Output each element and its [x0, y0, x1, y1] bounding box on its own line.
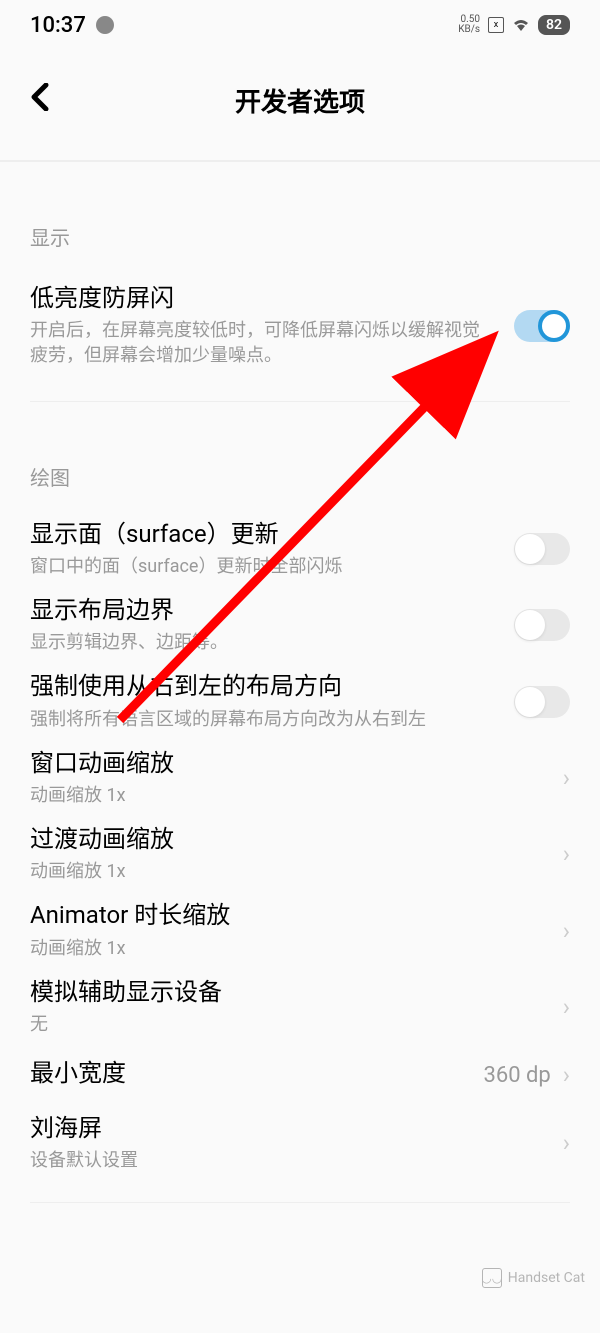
- setting-title: 显示面（surface）更新: [30, 519, 494, 550]
- setting-surface-update[interactable]: 显示面（surface）更新 窗口中的面（surface）更新时全部闪烁: [0, 511, 600, 587]
- setting-title: Animator 时长缩放: [30, 900, 543, 931]
- setting-title: 低亮度防屏闪: [30, 283, 494, 314]
- setting-title: 窗口动画缩放: [30, 748, 543, 779]
- setting-rtl-layout[interactable]: 强制使用从右到左的布局方向 强制将所有语言区域的屏幕布局方向改为从右到左: [0, 663, 600, 739]
- chevron-right-icon: ›: [563, 993, 570, 1021]
- compass-icon: [96, 16, 114, 34]
- chevron-right-icon: ›: [563, 840, 570, 868]
- setting-min-width[interactable]: 最小宽度 360 dp ›: [0, 1045, 600, 1105]
- setting-notch[interactable]: 刘海屏 设备默认设置 ›: [0, 1105, 600, 1181]
- divider: [30, 401, 570, 402]
- setting-layout-bounds[interactable]: 显示布局边界 显示剪辑边界、边距等。: [0, 587, 600, 663]
- battery-icon: 82: [538, 15, 570, 35]
- watermark: ◡◡ Handset Cat: [482, 1268, 585, 1288]
- page-header: 开发者选项: [0, 60, 600, 140]
- watermark-icon: ◡◡: [482, 1268, 502, 1288]
- chevron-right-icon: ›: [563, 1129, 570, 1157]
- back-button[interactable]: [30, 81, 50, 119]
- setting-subtitle: 设备默认设置: [30, 1148, 543, 1173]
- status-left: 10:37: [30, 13, 114, 38]
- wifi-icon: [512, 15, 530, 36]
- setting-subtitle: 窗口中的面（surface）更新时全部闪烁: [30, 554, 494, 579]
- section-header-display: 显示: [0, 182, 600, 271]
- setting-window-animation[interactable]: 窗口动画缩放 动画缩放 1x ›: [0, 740, 600, 816]
- network-speed: 0.50 KB/s: [458, 15, 480, 35]
- setting-title: 显示布局边界: [30, 595, 494, 626]
- setting-animator-duration[interactable]: Animator 时长缩放 动画缩放 1x ›: [0, 892, 600, 968]
- section-header-drawing: 绘图: [0, 422, 600, 511]
- setting-title: 强制使用从右到左的布局方向: [30, 671, 494, 702]
- toggle-low-brightness[interactable]: [514, 310, 570, 342]
- watermark-text: Handset Cat: [508, 1270, 585, 1286]
- sim-icon: x: [488, 17, 504, 33]
- setting-subtitle: 动画缩放 1x: [30, 783, 543, 808]
- setting-subtitle: 强制将所有语言区域的屏幕布局方向改为从右到左: [30, 707, 494, 732]
- divider: [30, 1202, 570, 1203]
- setting-subtitle: 动画缩放 1x: [30, 936, 543, 961]
- page-title: 开发者选项: [235, 82, 365, 119]
- setting-title: 模拟辅助显示设备: [30, 977, 543, 1008]
- setting-subtitle: 开启后，在屏幕亮度较低时，可降低屏幕闪烁以缓解视觉疲劳，但屏幕会增加少量噪点。: [30, 318, 494, 368]
- toggle-layout-bounds[interactable]: [514, 609, 570, 641]
- setting-value: 360 dp: [483, 1063, 550, 1088]
- status-time: 10:37: [30, 13, 86, 38]
- chevron-right-icon: ›: [563, 1061, 570, 1089]
- setting-subtitle: 无: [30, 1012, 543, 1037]
- setting-title: 刘海屏: [30, 1113, 543, 1144]
- setting-title: 最小宽度: [30, 1058, 463, 1089]
- toggle-rtl-layout[interactable]: [514, 686, 570, 718]
- status-right: 0.50 KB/s x 82: [458, 15, 570, 36]
- content-area: 显示 低亮度防屏闪 开启后，在屏幕亮度较低时，可降低屏幕闪烁以缓解视觉疲劳，但屏…: [0, 162, 600, 1203]
- setting-secondary-display[interactable]: 模拟辅助显示设备 无 ›: [0, 969, 600, 1045]
- setting-title: 过渡动画缩放: [30, 824, 543, 855]
- chevron-right-icon: ›: [563, 764, 570, 792]
- setting-subtitle: 动画缩放 1x: [30, 859, 543, 884]
- setting-subtitle: 显示剪辑边界、边距等。: [30, 630, 494, 655]
- toggle-surface-update[interactable]: [514, 533, 570, 565]
- chevron-right-icon: ›: [563, 917, 570, 945]
- status-bar: 10:37 0.50 KB/s x 82: [0, 0, 600, 50]
- setting-transition-animation[interactable]: 过渡动画缩放 动画缩放 1x ›: [0, 816, 600, 892]
- setting-low-brightness-flicker[interactable]: 低亮度防屏闪 开启后，在屏幕亮度较低时，可降低屏幕闪烁以缓解视觉疲劳，但屏幕会增…: [0, 271, 600, 381]
